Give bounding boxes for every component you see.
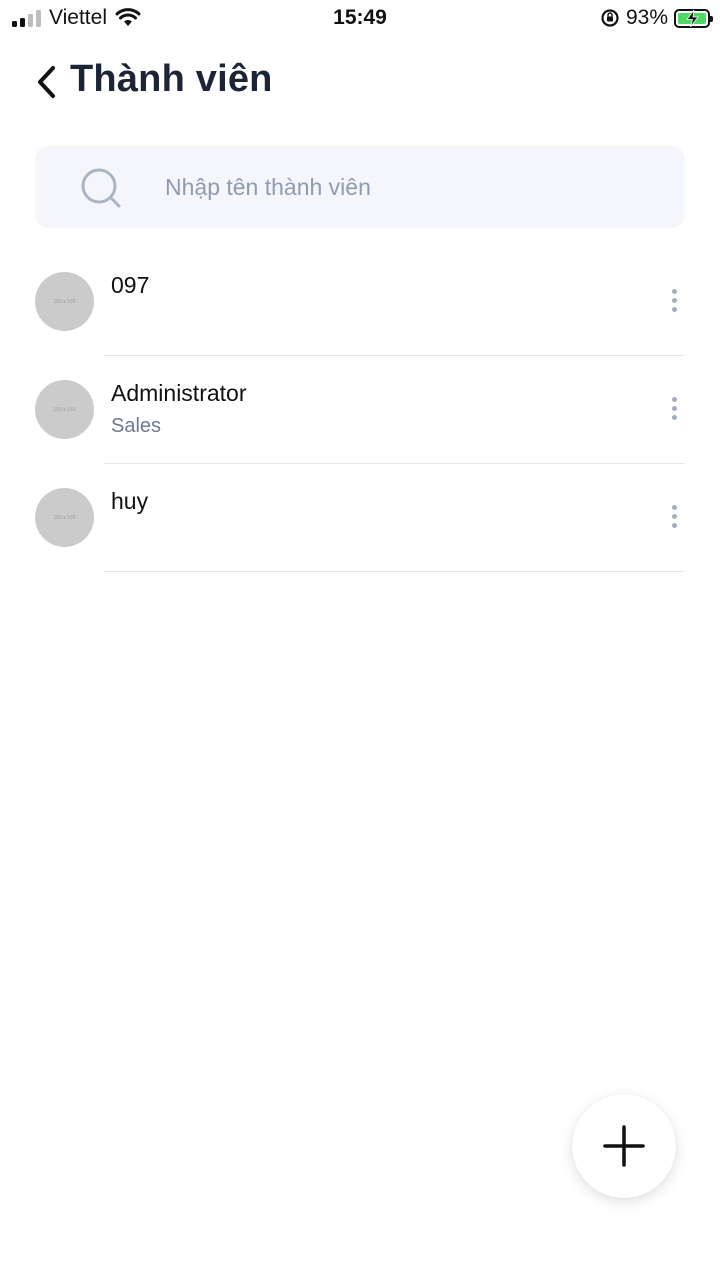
member-name: 097 [111, 272, 150, 298]
search-input[interactable] [165, 146, 665, 228]
avatar: 150 x 150 [35, 380, 94, 439]
member-name: huy [111, 488, 149, 514]
add-member-button[interactable] [572, 1094, 676, 1198]
back-button[interactable] [28, 62, 64, 102]
status-right: 93% [600, 6, 713, 30]
member-name: Administrator [111, 380, 247, 406]
members-screen: Viettel 15:49 93% Thành viên Nhập tên th… [0, 0, 720, 1280]
search-bar[interactable] [35, 146, 685, 228]
header: Thành viên [0, 52, 720, 112]
plus-icon [603, 1125, 645, 1167]
avatar: 150 x 150 [35, 272, 94, 331]
avatar: 150 x 150 [35, 488, 94, 547]
list-item[interactable]: 150 x 150 Administrator Sales [0, 356, 720, 464]
list-item[interactable]: 150 x 150 huy [0, 464, 720, 572]
search-icon [81, 168, 121, 208]
list-item[interactable]: 150 x 150 097 [0, 248, 720, 356]
more-vertical-icon[interactable] [660, 390, 688, 426]
more-vertical-icon[interactable] [660, 282, 688, 318]
member-role: Sales [111, 415, 162, 437]
divider [104, 571, 685, 572]
orientation-lock-icon [601, 9, 619, 27]
battery-percent: 93% [625, 6, 668, 29]
battery-charging-icon [674, 8, 713, 28]
chevron-left-icon [38, 66, 55, 98]
status-bar: Viettel 15:49 93% [0, 0, 720, 38]
more-vertical-icon[interactable] [660, 498, 688, 534]
page-title: Thành viên [70, 58, 273, 100]
